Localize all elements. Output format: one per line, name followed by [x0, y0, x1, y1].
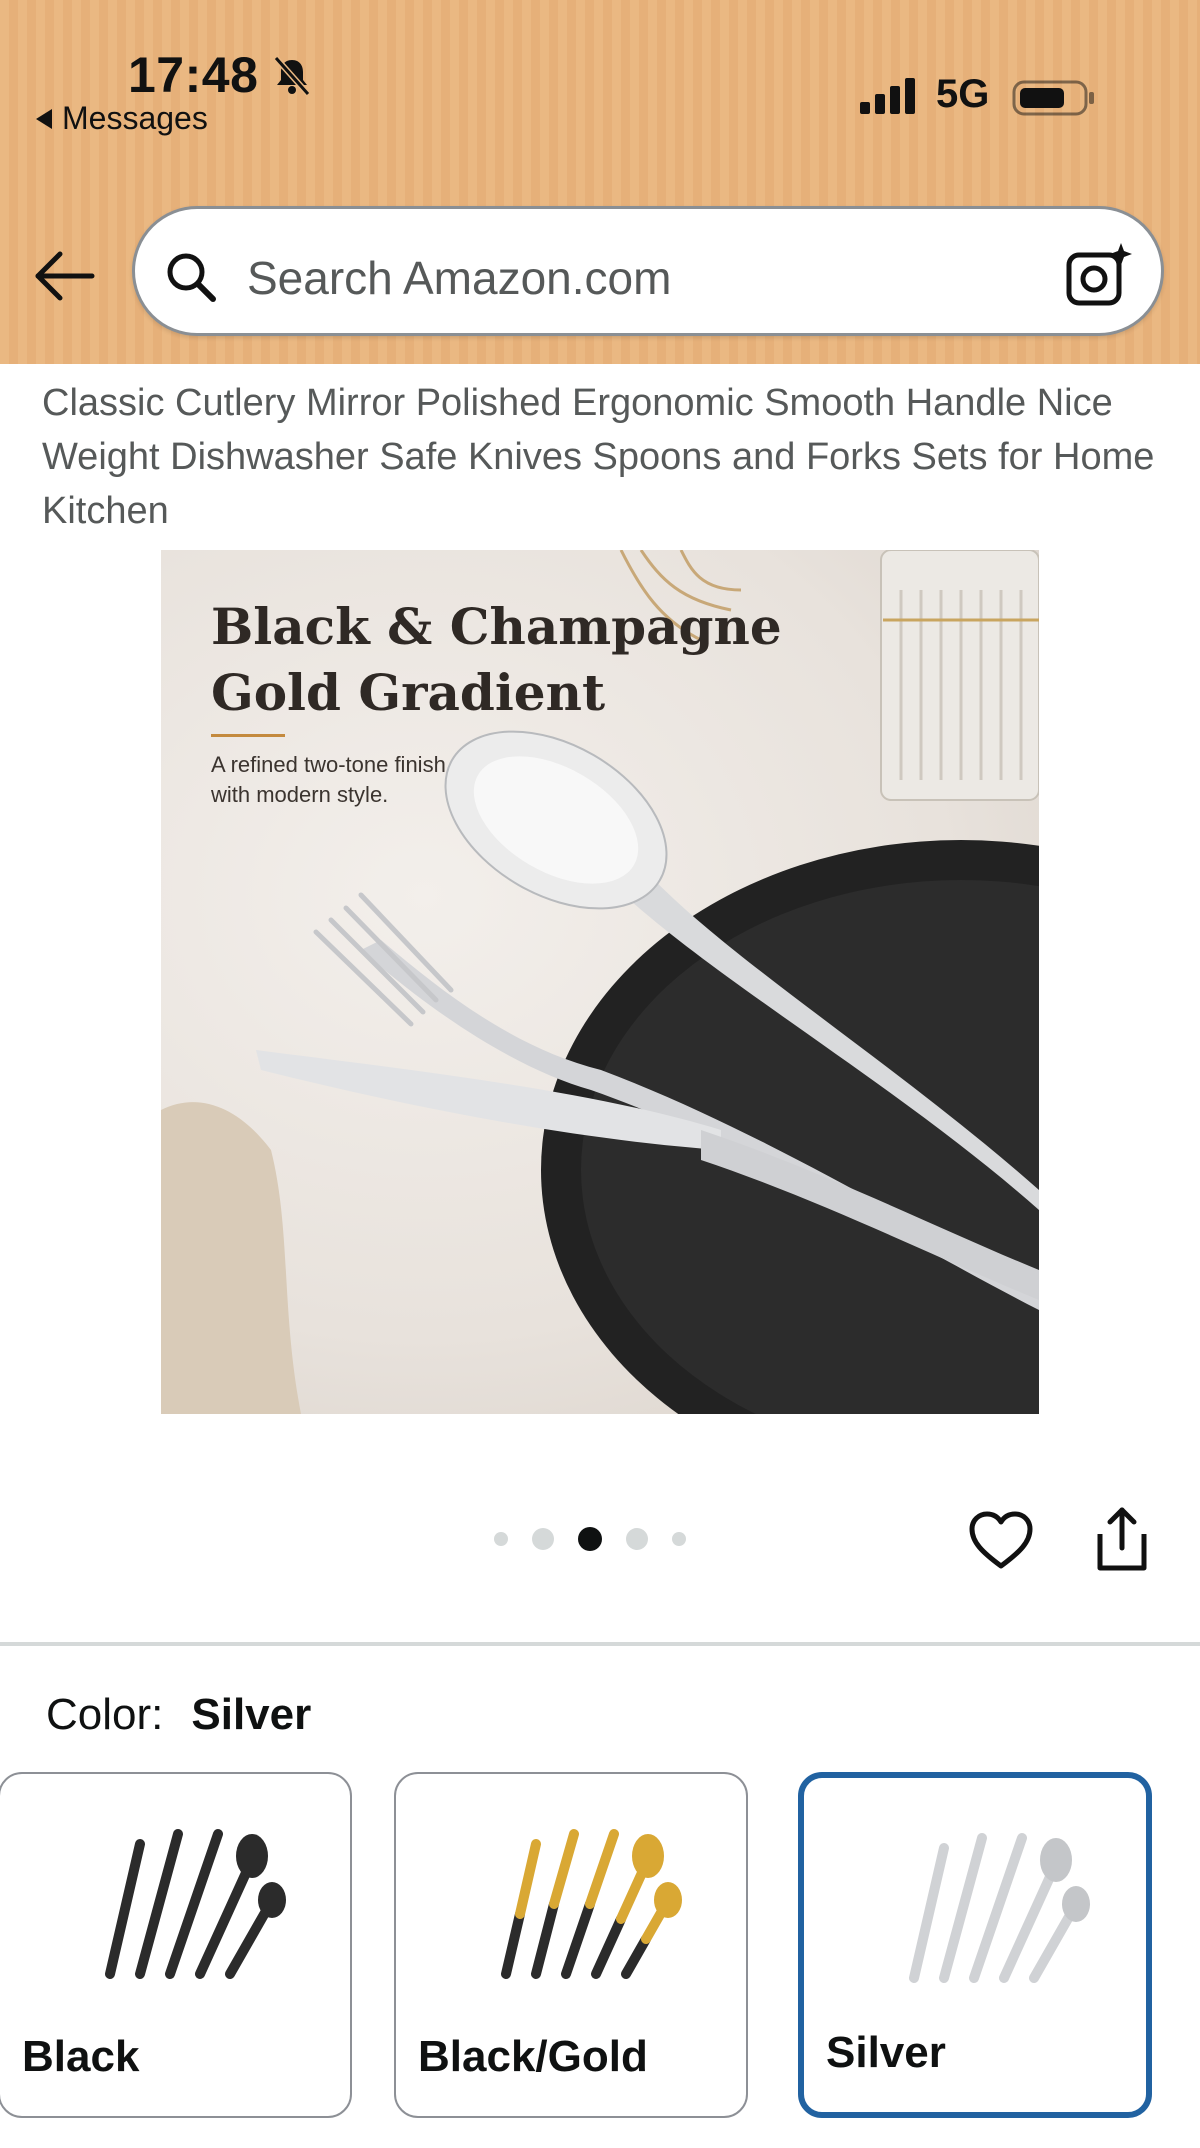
carousel-dot[interactable]	[672, 1532, 686, 1546]
color-option-label: Black	[22, 2032, 140, 2081]
search-input[interactable]: Search Amazon.com	[247, 251, 671, 305]
back-triangle-icon	[36, 108, 52, 129]
carousel-dot-active[interactable]	[578, 1527, 602, 1551]
color-option-label: Silver	[826, 2028, 946, 2077]
color-label: Color:	[46, 1690, 164, 1739]
image-subtext-line-1: A refined two-tone finish	[211, 752, 446, 777]
heart-icon[interactable]	[968, 1510, 1034, 1572]
search-bar[interactable]: Search Amazon.com	[132, 206, 1164, 336]
search-icon	[167, 253, 216, 302]
carousel-dot[interactable]	[494, 1532, 508, 1546]
back-to-messages-link[interactable]: Messages	[36, 100, 208, 137]
color-option-label: Black/Gold	[418, 2032, 648, 2081]
share-icon[interactable]	[1092, 1504, 1152, 1574]
image-subtext: A refined two-tone finish with modern st…	[211, 750, 446, 810]
silver-cutlery-thumbnail	[909, 1833, 1090, 1983]
color-selection-header: Color: Silver	[46, 1690, 311, 1740]
image-heading-line-2: Gold Gradient	[211, 663, 606, 722]
color-option-black[interactable]: Black	[0, 1772, 352, 2118]
image-subtext-line-2: with modern style.	[211, 782, 389, 807]
signal-icon	[860, 78, 915, 114]
network-label: 5G	[936, 72, 990, 116]
section-divider	[0, 1642, 1200, 1646]
carousel-dots[interactable]	[494, 1524, 686, 1554]
app-header: 17:48 Messages 5G Search Amazon.com	[0, 0, 1200, 364]
image-accent-rule	[211, 734, 285, 737]
color-selected-value: Silver	[191, 1690, 312, 1739]
black-cutlery-thumbnail	[105, 1829, 286, 1979]
camera-lens-icon[interactable]	[1065, 241, 1133, 307]
battery-icon	[1012, 80, 1094, 116]
product-image[interactable]: Black & Champagne Gold Gradient A refine…	[161, 550, 1039, 1414]
black-gold-cutlery-thumbnail	[501, 1829, 682, 1979]
bell-slash-icon	[273, 56, 311, 96]
carousel-dot[interactable]	[626, 1528, 648, 1550]
product-title: Classic Cutlery Mirror Polished Ergonomi…	[42, 382, 1155, 532]
back-arrow-icon[interactable]	[32, 246, 96, 306]
image-heading-line-1: Black & Champagne	[211, 597, 782, 656]
image-heading: Black & Champagne Gold Gradient	[211, 594, 782, 726]
color-option-black-gold[interactable]: Black/Gold	[394, 1772, 748, 2118]
carousel-dot[interactable]	[532, 1528, 554, 1550]
status-time: 17:48	[128, 47, 259, 103]
color-option-silver[interactable]: Silver	[798, 1772, 1152, 2118]
back-app-label: Messages	[62, 100, 208, 136]
